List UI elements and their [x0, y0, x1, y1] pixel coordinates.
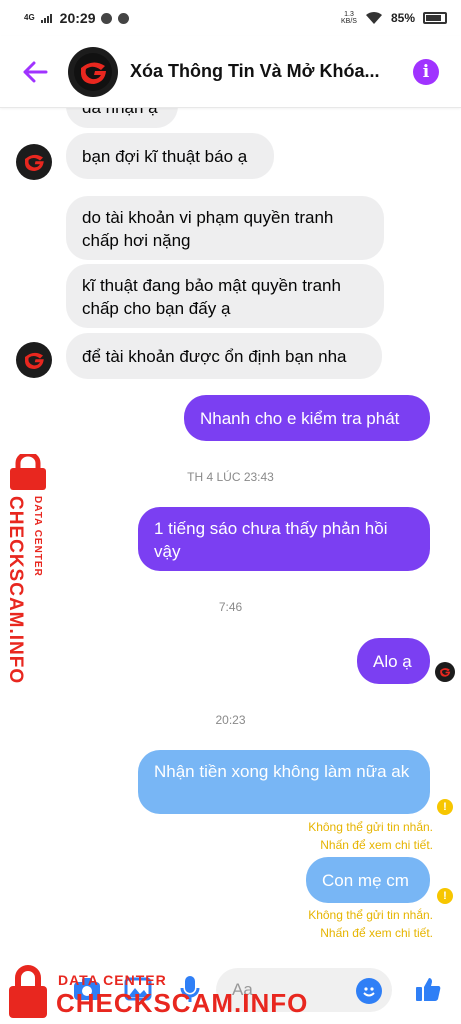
lock-icon	[9, 965, 47, 1018]
message-bubble-incoming[interactable]: do tài khoản vi phạm quyền tranh chấp hơ…	[66, 196, 384, 260]
message-bubble-incoming[interactable]: để tài khoản được ổn định bạn nha	[66, 333, 382, 379]
message-bubble-outgoing[interactable]: Nhanh cho e kiểm tra phát	[184, 395, 430, 441]
wifi-icon	[365, 11, 382, 24]
message-bubble-failed[interactable]: Nhận tiền xong không làm nữa ak	[138, 750, 430, 814]
network-type: 4G	[24, 13, 35, 22]
message-bubble-outgoing[interactable]: Alo ạ	[357, 638, 430, 684]
battery-icon	[423, 12, 447, 24]
garena-logo-icon	[25, 352, 44, 369]
network-speed: 1.3 KB/S	[341, 11, 357, 25]
garena-logo-icon	[440, 668, 451, 677]
messenger-notification-icon-2	[118, 12, 130, 24]
clock: 20:29	[59, 10, 96, 26]
message-bubble-outgoing[interactable]: 1 tiếng sáo chưa thấy phản hồi vậy	[138, 507, 430, 571]
sender-avatar[interactable]	[16, 342, 52, 378]
timestamp: TH 4 LÚC 23:43	[187, 470, 274, 484]
signal-icon	[40, 13, 52, 23]
conversation-title[interactable]: Xóa Thông Tin Và Mở Khóa...	[130, 61, 380, 82]
watermark-checkscam: CHECKSCAM.INFO	[5, 496, 26, 685]
watermark-data-center: DATA CENTER	[32, 496, 43, 577]
side-watermark: DATA CENTER CHECKSCAM.INFO	[2, 452, 50, 684]
contact-avatar[interactable]	[68, 46, 118, 97]
message-bubble-failed[interactable]: Con mẹ cm	[306, 857, 430, 903]
timestamp: 20:23	[215, 713, 246, 727]
info-button[interactable]: i	[413, 58, 439, 85]
send-error-notice[interactable]: Không thể gửi tin nhắn. Nhấn để xem chi …	[308, 818, 433, 854]
back-button[interactable]	[20, 57, 50, 87]
messenger-notification-icon	[101, 12, 113, 24]
message-bubble-incoming[interactable]: bạn đợi kĩ thuật báo ạ	[66, 133, 274, 179]
garena-logo-icon	[74, 52, 112, 91]
back-arrow-icon	[23, 61, 48, 82]
sender-avatar[interactable]	[16, 144, 52, 180]
send-error-notice[interactable]: Không thể gửi tin nhắn. Nhấn để xem chi …	[308, 906, 433, 942]
seen-receipt-avatar	[435, 662, 455, 682]
info-icon: i	[422, 61, 430, 82]
warning-icon[interactable]: !	[437, 799, 453, 815]
garena-logo-icon	[25, 154, 44, 171]
status-bar: 4G 20:29 1.3 KB/S 85%	[0, 0, 461, 36]
message-bubble-incoming[interactable]: kĩ thuật đang bảo mật quyền tranh chấp c…	[66, 264, 384, 328]
watermark-checkscam: CHECKSCAM.INFO	[56, 988, 309, 1018]
watermark-data-center: DATA CENTER	[58, 972, 167, 988]
battery-percent: 85%	[390, 11, 415, 25]
timestamp: 7:46	[218, 600, 243, 614]
lock-icon	[10, 454, 46, 490]
bottom-watermark: DATA CENTER CHECKSCAM.INFO	[0, 962, 461, 1024]
warning-icon[interactable]: !	[437, 888, 453, 904]
conversation-header: Xóa Thông Tin Và Mở Khóa... i	[0, 36, 461, 108]
